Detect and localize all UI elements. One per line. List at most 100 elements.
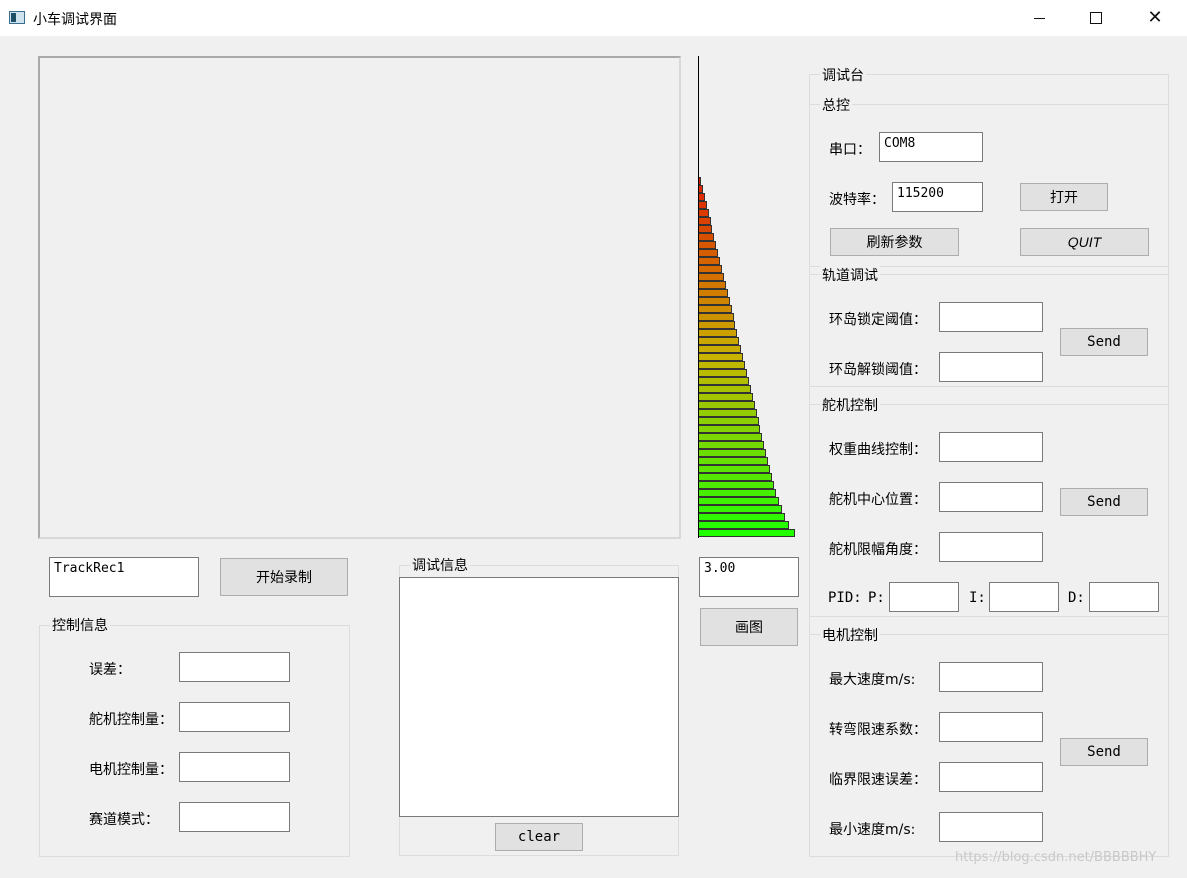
critical-error-label: 临界限速误差： <box>829 772 927 788</box>
serial-port-field[interactable]: COM8 <box>879 132 983 162</box>
island-unlock-label: 环岛解锁阈值： <box>829 362 927 378</box>
track-mode-field[interactable] <box>179 802 290 832</box>
histogram-bar <box>699 257 720 265</box>
histogram-bar <box>699 193 705 201</box>
baud-rate-label: 波特率： <box>829 192 885 208</box>
servo-divider-top <box>810 386 1168 387</box>
histogram-bar <box>699 521 789 529</box>
histogram-bar <box>699 241 716 249</box>
histogram-bar <box>699 249 718 257</box>
motor-control-title: 电机控制 <box>820 625 880 645</box>
clear-button[interactable]: clear <box>495 823 583 851</box>
plot-value-field[interactable]: 3.00 <box>699 557 799 597</box>
histogram-bar <box>699 209 709 217</box>
maximize-icon <box>1090 12 1102 24</box>
baud-rate-field[interactable]: 115200 <box>892 182 983 212</box>
control-info-title: 控制信息 <box>50 615 110 635</box>
pid-i-field[interactable] <box>989 582 1059 612</box>
histogram-bar <box>699 345 741 353</box>
servo-limit-label: 舵机限幅角度： <box>829 542 927 558</box>
histogram-bar <box>699 457 768 465</box>
pid-d-field[interactable] <box>1089 582 1159 612</box>
histogram-bar <box>699 353 743 361</box>
histogram-bar <box>699 417 759 425</box>
histogram-bar <box>699 425 760 433</box>
critical-error-field[interactable] <box>939 762 1043 792</box>
histogram-bar <box>699 529 795 537</box>
servo-output-field[interactable] <box>179 702 290 732</box>
minimize-icon <box>1033 17 1045 19</box>
histogram-bar <box>699 289 728 297</box>
weight-curve-field[interactable] <box>939 432 1043 462</box>
min-speed-field[interactable] <box>939 812 1043 842</box>
histogram-bar <box>699 233 714 241</box>
histogram-bar <box>699 177 701 185</box>
motor-output-label: 电机控制量： <box>89 762 173 778</box>
histogram-bar <box>699 441 764 449</box>
histogram-bar <box>699 497 779 505</box>
histogram-bar <box>699 505 782 513</box>
app-icon <box>9 11 25 24</box>
histogram-chart <box>698 56 798 539</box>
pid-i-label: I: <box>969 590 986 606</box>
master-divider <box>810 104 1168 105</box>
plot-button[interactable]: 画图 <box>700 608 798 646</box>
histogram-bar <box>699 273 724 281</box>
debug-log-textarea[interactable] <box>399 577 679 817</box>
histogram-bar <box>699 409 757 417</box>
weight-curve-label: 权重曲线控制： <box>829 442 927 458</box>
serial-port-label: 串口： <box>829 142 871 158</box>
error-field[interactable] <box>179 652 290 682</box>
histogram-bar <box>699 513 785 521</box>
track-display-canvas[interactable] <box>38 56 681 539</box>
close-icon: ✕ <box>1147 7 1163 28</box>
histogram-bar <box>699 225 712 233</box>
start-record-button[interactable]: 开始录制 <box>220 558 348 596</box>
open-port-button[interactable]: 打开 <box>1020 183 1108 211</box>
servo-limit-field[interactable] <box>939 532 1043 562</box>
max-speed-field[interactable] <box>939 662 1043 692</box>
motor-divider-top <box>810 616 1168 617</box>
servo-send-button[interactable]: Send <box>1060 488 1148 516</box>
histogram-bar <box>699 297 730 305</box>
histogram-bar <box>699 385 751 393</box>
title-bar <box>0 0 1187 36</box>
motor-send-button[interactable]: Send <box>1060 738 1148 766</box>
servo-center-field[interactable] <box>939 482 1043 512</box>
refresh-params-button[interactable]: 刷新参数 <box>830 228 959 256</box>
island-unlock-field[interactable] <box>939 352 1043 382</box>
histogram-bar <box>699 265 722 273</box>
pid-label: PID: <box>828 590 862 606</box>
minimize-button[interactable] <box>1016 0 1062 36</box>
track-debug-title: 轨道调试 <box>820 265 880 285</box>
master-title: 总控 <box>820 95 852 115</box>
track-mode-label: 赛道模式： <box>89 812 159 828</box>
histogram-bar <box>699 185 703 193</box>
motor-output-field[interactable] <box>179 752 290 782</box>
debug-info-title: 调试信息 <box>410 555 470 575</box>
window-title: 小车调试界面 <box>33 12 117 28</box>
histogram-bar <box>699 201 707 209</box>
pid-p-field[interactable] <box>889 582 959 612</box>
histogram-bar <box>699 401 755 409</box>
watermark-text: https://blog.csdn.net/BBBBBHY <box>955 850 1157 865</box>
histogram-bar <box>699 313 734 321</box>
servo-output-label: 舵机控制量： <box>89 712 173 728</box>
island-lock-field[interactable] <box>939 302 1043 332</box>
servo-control-title: 舵机控制 <box>820 395 880 415</box>
histogram-bar <box>699 393 753 401</box>
turn-limit-field[interactable] <box>939 712 1043 742</box>
error-label: 误差： <box>89 662 131 678</box>
histogram-bar <box>699 481 774 489</box>
histogram-bar <box>699 321 735 329</box>
close-button[interactable]: ✕ <box>1132 0 1178 36</box>
histogram-bar <box>699 489 776 497</box>
record-name-field[interactable]: TrackRec1 <box>49 557 199 597</box>
quit-button[interactable]: QUIT <box>1020 228 1149 256</box>
histogram-bar <box>699 361 745 369</box>
track-send-button[interactable]: Send <box>1060 328 1148 356</box>
histogram-bar <box>699 377 749 385</box>
maximize-button[interactable] <box>1073 0 1119 36</box>
servo-center-label: 舵机中心位置： <box>829 492 927 508</box>
pid-d-label: D: <box>1068 590 1085 606</box>
